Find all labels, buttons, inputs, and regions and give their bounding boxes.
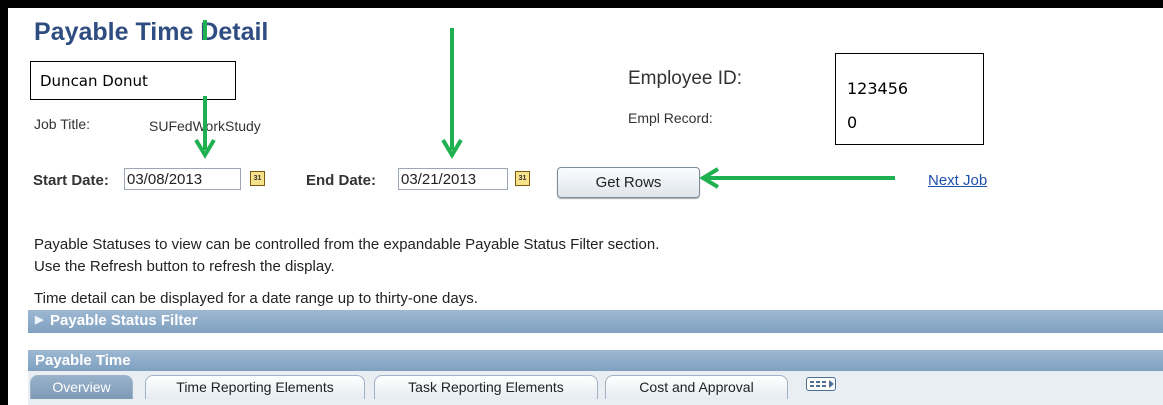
annotation-arrows [194,20,895,189]
